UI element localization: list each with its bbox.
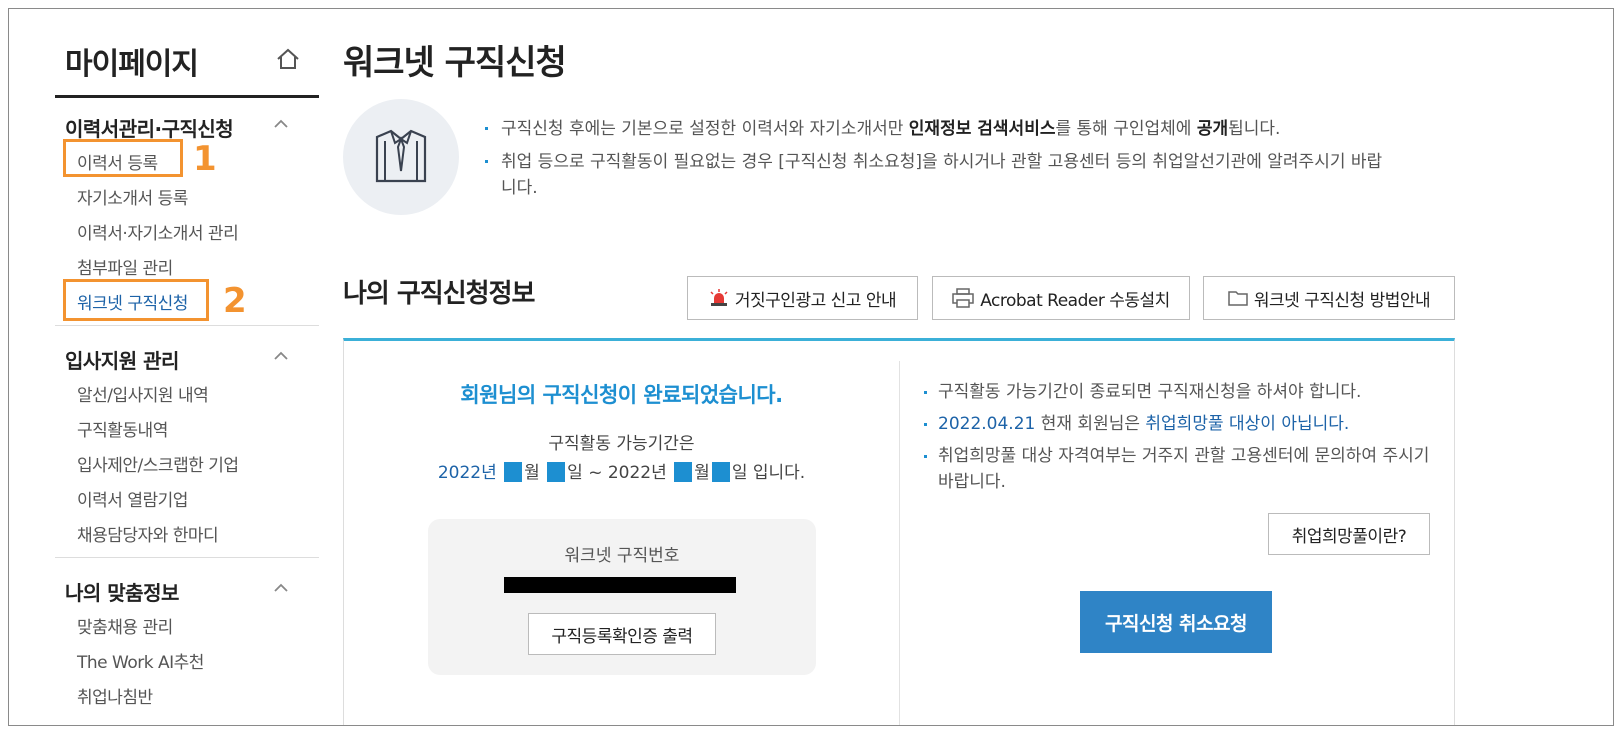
period-text: 2022년 bbox=[437, 463, 503, 483]
sidebar-section-title: 이력서관리·구직신청 bbox=[65, 117, 234, 141]
apply-guide-button[interactable]: 워크넷 구직신청 방법안내 bbox=[1203, 276, 1455, 320]
job-number-label: 워크넷 구직번호 bbox=[564, 546, 680, 566]
sidebar-item-ai-recommend[interactable]: The Work AI추천 bbox=[77, 648, 204, 673]
bullet-icon bbox=[485, 127, 488, 130]
printer-icon bbox=[952, 288, 974, 308]
bullet-icon bbox=[924, 423, 927, 426]
sidebar-item-compass[interactable]: 취업나침반 bbox=[77, 683, 153, 708]
print-certificate-button[interactable]: 구직등록확인증 출력 bbox=[528, 613, 716, 655]
chevron-up-icon bbox=[274, 351, 288, 360]
sidebar-item-recruiter-message[interactable]: 채용담당자와 한마디 bbox=[77, 521, 219, 546]
sidebar-section-applications: 입사지원 관리 bbox=[55, 339, 319, 375]
cancel-apply-button[interactable]: 구직신청 취소요청 bbox=[1080, 591, 1272, 653]
sidebar-item-job-activity[interactable]: 구직활동내역 bbox=[77, 416, 168, 441]
info-text: 현재 회원님은 bbox=[1035, 414, 1146, 434]
redacted-value bbox=[711, 462, 730, 482]
sidebar-item-resume-viewers[interactable]: 이력서 열람기업 bbox=[77, 486, 188, 511]
notice-public: 구직신청 후에는 기본으로 설정한 이력서와 자기소개서만 인재정보 검색서비스… bbox=[485, 116, 1465, 142]
info-text: 취업희망풀 대상 자격여부는 거주지 관할 고용센터에 문의하여 주시기 바랍니… bbox=[938, 446, 1430, 492]
bullet-icon bbox=[485, 160, 488, 163]
info-text: 구직활동 가능기간이 종료되면 구직재신청을 하셔야 합니다. bbox=[938, 382, 1362, 402]
notice-text: 구직신청 후에는 기본으로 설정한 이력서와 자기소개서만 bbox=[501, 119, 909, 139]
notice-bold-public: 공개 bbox=[1196, 119, 1229, 139]
chevron-up-icon bbox=[274, 583, 288, 592]
sidebar-section-title: 나의 맞춤정보 bbox=[65, 581, 179, 605]
acrobat-install-button[interactable]: Acrobat Reader 수동설치 bbox=[932, 276, 1190, 320]
chevron-up-icon bbox=[274, 119, 288, 128]
period-label: 구직활동 가능기간은 bbox=[548, 434, 695, 454]
page-frame: 마이페이지 이력서관리·구직신청 이력서 등록 자기소개서 등록 이력서·자기소… bbox=[8, 8, 1614, 726]
section-title: 나의 구직신청정보 bbox=[343, 279, 535, 309]
sidebar-item-cover-letter-register[interactable]: 자기소개서 등록 bbox=[77, 184, 188, 209]
info-item: 구직활동 가능기간이 종료되면 구직재신청을 하셔야 합니다. bbox=[922, 379, 1432, 405]
info-item: 2022.04.21 현재 회원님은 취업희망풀 대상이 아닙니다. bbox=[922, 411, 1432, 437]
bullet-icon bbox=[924, 455, 927, 458]
home-icon[interactable] bbox=[275, 47, 301, 71]
sidebar-title: 마이페이지 bbox=[65, 47, 199, 82]
main-content: 워크넷 구직신청 구직신청 후에는 기본으로 설정한 이력서와 자기소개서만 인… bbox=[343, 9, 1613, 725]
sidebar: 마이페이지 이력서관리·구직신청 이력서 등록 자기소개서 등록 이력서·자기소… bbox=[55, 9, 319, 725]
sidebar-section-resume: 이력서관리·구직신청 bbox=[55, 107, 319, 143]
sidebar-item-referral-history[interactable]: 알선/입사지원 내역 bbox=[77, 381, 209, 406]
period-text: 월 bbox=[524, 463, 546, 483]
shirt-icon bbox=[375, 129, 427, 183]
sidebar-item-resume-manage[interactable]: 이력서·자기소개서 관리 bbox=[77, 219, 239, 244]
redacted-value bbox=[674, 462, 693, 482]
period-text: 일 ~ 2022년 bbox=[567, 463, 673, 483]
notice-text: 취업 등으로 구직활동이 필요없는 경우 [구직신청 취소요청]을 하시거나 관… bbox=[501, 152, 1383, 172]
highlight-box-1 bbox=[63, 139, 183, 177]
sidebar-section-head[interactable]: 이력서관리·구직신청 bbox=[55, 107, 319, 143]
status-info-list: 구직활동 가능기간이 종료되면 구직재신청을 하셔야 합니다. 2022.04.… bbox=[922, 379, 1432, 501]
period-text: 월 bbox=[694, 463, 710, 483]
annotation-number-2: 2 bbox=[223, 281, 247, 321]
sidebar-item-offers-scraps[interactable]: 입사제안/스크랩한 기업 bbox=[77, 451, 239, 476]
sidebar-divider bbox=[55, 325, 319, 326]
apply-info-panel: 회원님의 구직신청이 완료되었습니다. 구직활동 가능기간은 2022년 월 일… bbox=[343, 338, 1455, 725]
folder-icon bbox=[1228, 291, 1248, 306]
shirt-illustration bbox=[343, 99, 459, 215]
notice-text: 니다. bbox=[501, 178, 538, 198]
sidebar-item-attachments[interactable]: 첨부파일 관리 bbox=[77, 254, 173, 279]
page-title: 워크넷 구직신청 bbox=[343, 43, 567, 83]
fake-ad-report-button[interactable]: 거짓구인광고 신고 안내 bbox=[687, 276, 918, 320]
bullet-icon bbox=[924, 391, 927, 394]
sidebar-section-head[interactable]: 나의 맞춤정보 bbox=[55, 571, 319, 607]
redacted-value bbox=[504, 462, 523, 482]
sidebar-section-head[interactable]: 입사지원 관리 bbox=[55, 339, 319, 375]
apply-complete-message: 회원님의 구직신청이 완료되었습니다. bbox=[460, 383, 783, 407]
sidebar-section-title: 입사지원 관리 bbox=[65, 349, 179, 373]
info-date: 2022.04.21 bbox=[938, 414, 1036, 434]
info-item: 취업희망풀 대상 자격여부는 거주지 관할 고용센터에 문의하여 주시기 바랍니… bbox=[922, 443, 1432, 495]
sidebar-divider bbox=[55, 557, 319, 558]
annotation-number-1: 1 bbox=[193, 139, 217, 179]
siren-icon bbox=[710, 289, 728, 306]
sidebar-item-custom-jobs[interactable]: 맞춤채용 관리 bbox=[77, 613, 173, 638]
notice-text: 됩니다. bbox=[1228, 119, 1281, 139]
notice-bold-talent-search: 인재정보 검색서비스 bbox=[908, 119, 1056, 139]
fake-ad-report-label: 거짓구인광고 신고 안내 bbox=[734, 290, 897, 311]
job-number-box: 워크넷 구직번호 구직등록확인증 출력 bbox=[428, 519, 816, 675]
hope-pool-info-button[interactable]: 취업희망풀이란? bbox=[1268, 513, 1430, 555]
period-text: 일 입니다. bbox=[731, 463, 806, 483]
redacted-job-number bbox=[504, 577, 736, 593]
notice-text: 를 통해 구인업체에 bbox=[1055, 119, 1197, 139]
panel-divider bbox=[899, 361, 900, 725]
redacted-value bbox=[547, 462, 566, 482]
apply-guide-label: 워크넷 구직신청 방법안내 bbox=[1253, 290, 1431, 311]
period-range: 2022년 월 일 ~ 2022년 월 일 입니다. bbox=[344, 458, 899, 483]
sidebar-rule bbox=[55, 95, 319, 98]
sidebar-section-custom: 나의 맞춤정보 bbox=[55, 571, 319, 607]
acrobat-install-label: Acrobat Reader 수동설치 bbox=[980, 290, 1170, 311]
notice-cancel: 취업 등으로 구직활동이 필요없는 경우 [구직신청 취소요청]을 하시거나 관… bbox=[485, 149, 1465, 201]
highlight-box-2 bbox=[63, 279, 209, 321]
info-status: 취업희망풀 대상이 아닙니다. bbox=[1145, 414, 1350, 434]
